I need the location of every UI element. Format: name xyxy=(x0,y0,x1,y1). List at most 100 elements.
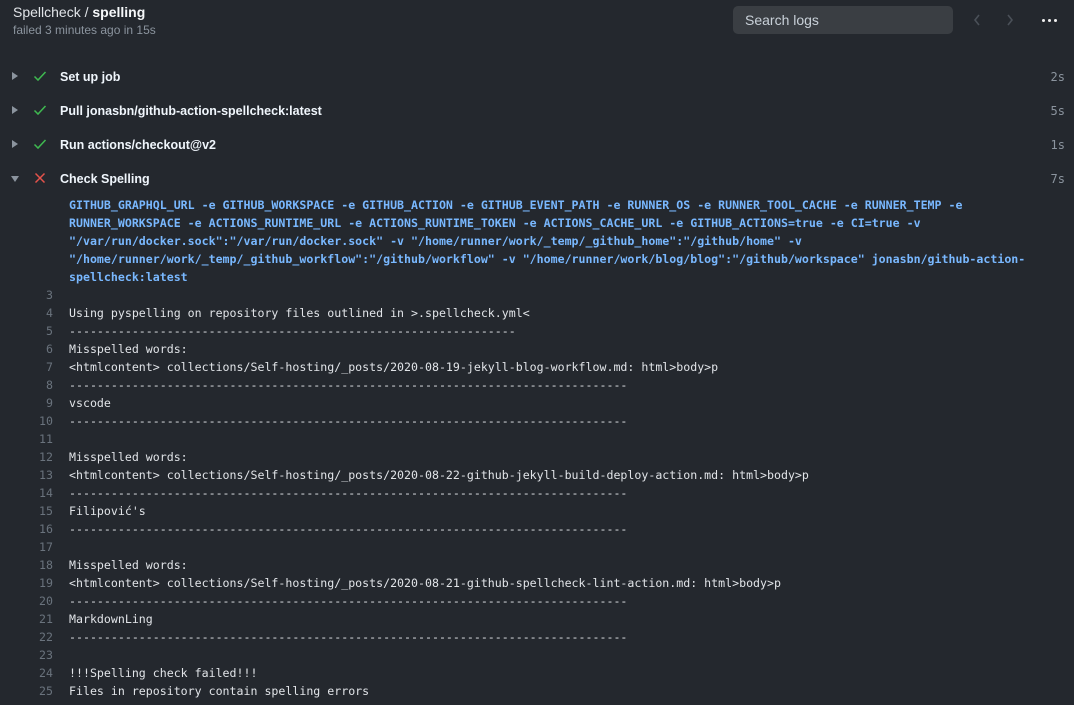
log-text: <htmlcontent> collections/Self-hosting/_… xyxy=(69,468,809,482)
log-text: ----------------------------------------… xyxy=(69,630,628,644)
line-number[interactable]: 19 xyxy=(0,574,53,592)
log-line: 24 !!!Spelling check failed!!! xyxy=(0,664,1074,682)
line-number[interactable]: 9 xyxy=(0,394,53,412)
line-number[interactable]: 4 xyxy=(0,304,53,322)
step-duration: 2s xyxy=(1050,70,1065,84)
log-line: 11 xyxy=(0,430,1074,448)
triangle-right-icon[interactable] xyxy=(12,72,18,80)
step-duration: 1s xyxy=(1050,138,1065,152)
log-text: Filipović's xyxy=(69,504,146,518)
line-number[interactable]: 6 xyxy=(0,340,53,358)
step-row[interactable]: Run actions/checkout@v2 1s xyxy=(0,128,1074,162)
chevron-right-icon xyxy=(1007,14,1014,26)
step-row[interactable]: Check Spelling 7s xyxy=(0,162,1074,196)
log-line: 19 <htmlcontent> collections/Self-hosting… xyxy=(0,574,1074,592)
log-line: 12 Misspelled words: xyxy=(0,448,1074,466)
line-number[interactable]: 22 xyxy=(0,628,53,646)
line-number[interactable]: 18 xyxy=(0,556,53,574)
step-name: Run actions/checkout@v2 xyxy=(60,138,216,152)
step-name: Pull jonasbn/github-action-spellcheck:la… xyxy=(60,104,322,118)
log-text: Misspelled words: xyxy=(69,450,188,464)
job-header: Spellcheck / spelling failed 3 minutes a… xyxy=(0,0,1074,46)
log-line: 23 xyxy=(0,646,1074,664)
log-text: ----------------------------------------… xyxy=(69,594,628,608)
log-line: 6 Misspelled words: xyxy=(0,340,1074,358)
command-line: "/home/runner/work/_temp/_github_workflo… xyxy=(69,252,1026,266)
line-number[interactable]: 16 xyxy=(0,520,53,538)
log-text: ----------------------------------------… xyxy=(69,414,628,428)
line-number[interactable]: 3 xyxy=(0,286,53,304)
log-line: 15 Filipović's xyxy=(0,502,1074,520)
step-name: Set up job xyxy=(60,70,121,84)
line-number[interactable]: 11 xyxy=(0,430,53,448)
line-number[interactable]: 14 xyxy=(0,484,53,502)
command-line: spellcheck:latest xyxy=(69,270,188,284)
log-line: 25 Files in repository contain spelling e… xyxy=(0,682,1074,700)
line-number[interactable]: 10 xyxy=(0,412,53,430)
line-number[interactable]: 21 xyxy=(0,610,53,628)
log-line: 8 ---------------------------------------… xyxy=(0,376,1074,394)
log-line: 14 --------------------------------------… xyxy=(0,484,1074,502)
log-text: <htmlcontent> collections/Self-hosting/_… xyxy=(69,360,719,374)
step-duration: 7s xyxy=(1050,172,1065,186)
log-text: Misspelled words: xyxy=(69,342,188,356)
log-text: <htmlcontent> collections/Self-hosting/_… xyxy=(69,576,781,590)
previous-match-button[interactable] xyxy=(967,8,987,32)
kebab-dot xyxy=(1053,18,1057,22)
command-line: "/var/run/docker.sock":"/var/run/docker.… xyxy=(69,234,802,248)
log-line: 13 <htmlcontent> collections/Self-hosting… xyxy=(0,466,1074,484)
line-number[interactable]: 25 xyxy=(0,682,53,700)
step-duration: 5s xyxy=(1050,104,1065,118)
log-line: 3 xyxy=(0,286,1074,304)
next-match-button[interactable] xyxy=(1000,8,1020,32)
command-line: GITHUB_GRAPHQL_URL -e GITHUB_WORKSPACE -… xyxy=(69,198,963,212)
step-row[interactable]: Set up job 2s xyxy=(0,60,1074,94)
line-number[interactable]: 5 xyxy=(0,322,53,340)
search-logs-input[interactable] xyxy=(733,6,953,34)
page-title: Spellcheck / spelling xyxy=(13,4,145,20)
line-number[interactable]: 13 xyxy=(0,466,53,484)
log-text: MarkdownLing xyxy=(69,612,153,626)
line-number[interactable]: 20 xyxy=(0,592,53,610)
step-row[interactable]: Pull jonasbn/github-action-spellcheck:la… xyxy=(0,94,1074,128)
line-number[interactable]: 15 xyxy=(0,502,53,520)
log-line: 17 xyxy=(0,538,1074,556)
log-line: 10 --------------------------------------… xyxy=(0,412,1074,430)
line-number[interactable]: 24 xyxy=(0,664,53,682)
log-line: 7 <htmlcontent> collections/Self-hosting/… xyxy=(0,358,1074,376)
line-number[interactable]: 7 xyxy=(0,358,53,376)
steps-list: Set up job 2s Pull jonasbn/github-action-s… xyxy=(0,60,1074,196)
kebab-horizontal-icon xyxy=(1041,18,1045,22)
log-text: ----------------------------------------… xyxy=(69,378,628,392)
log-line: 21 MarkdownLing xyxy=(0,610,1074,628)
step-name: Check Spelling xyxy=(60,172,150,186)
triangle-right-icon[interactable] xyxy=(12,140,18,148)
log-text: Files in repository contain spelling err… xyxy=(69,684,370,698)
log-text: !!!Spelling check failed!!! xyxy=(69,666,258,680)
log-text: vscode xyxy=(69,396,111,410)
log-line: 16 --------------------------------------… xyxy=(0,520,1074,538)
x-icon xyxy=(33,171,47,185)
triangle-right-icon[interactable] xyxy=(12,106,18,114)
check-icon xyxy=(33,103,47,117)
chevron-left-icon xyxy=(973,14,980,26)
more-options-button[interactable] xyxy=(1036,8,1062,32)
check-icon xyxy=(33,137,47,151)
workflow-name[interactable]: Spellcheck xyxy=(13,4,81,20)
log-line: 20 --------------------------------------… xyxy=(0,592,1074,610)
log-line: 9 vscode xyxy=(0,394,1074,412)
log-line: 18 Misspelled words: xyxy=(0,556,1074,574)
log-text: Using pyspelling on repository files out… xyxy=(69,306,530,320)
step-log-check-spelling: GITHUB_GRAPHQL_URL -e GITHUB_WORKSPACE -… xyxy=(0,196,1074,700)
line-number[interactable]: 12 xyxy=(0,448,53,466)
triangle-down-icon[interactable] xyxy=(11,176,19,182)
line-number[interactable]: 8 xyxy=(0,376,53,394)
log-line: 4 Using pyspelling on repository files ou… xyxy=(0,304,1074,322)
log-line: 22 --------------------------------------… xyxy=(0,628,1074,646)
line-number[interactable]: 23 xyxy=(0,646,53,664)
log-text: ----------------------------------------… xyxy=(69,486,628,500)
line-number[interactable]: 17 xyxy=(0,538,53,556)
log-lines: 3 4 Using pyspelling on repository files o… xyxy=(0,286,1074,700)
log-text: ----------------------------------------… xyxy=(69,522,628,536)
kebab-dot xyxy=(1047,18,1051,22)
